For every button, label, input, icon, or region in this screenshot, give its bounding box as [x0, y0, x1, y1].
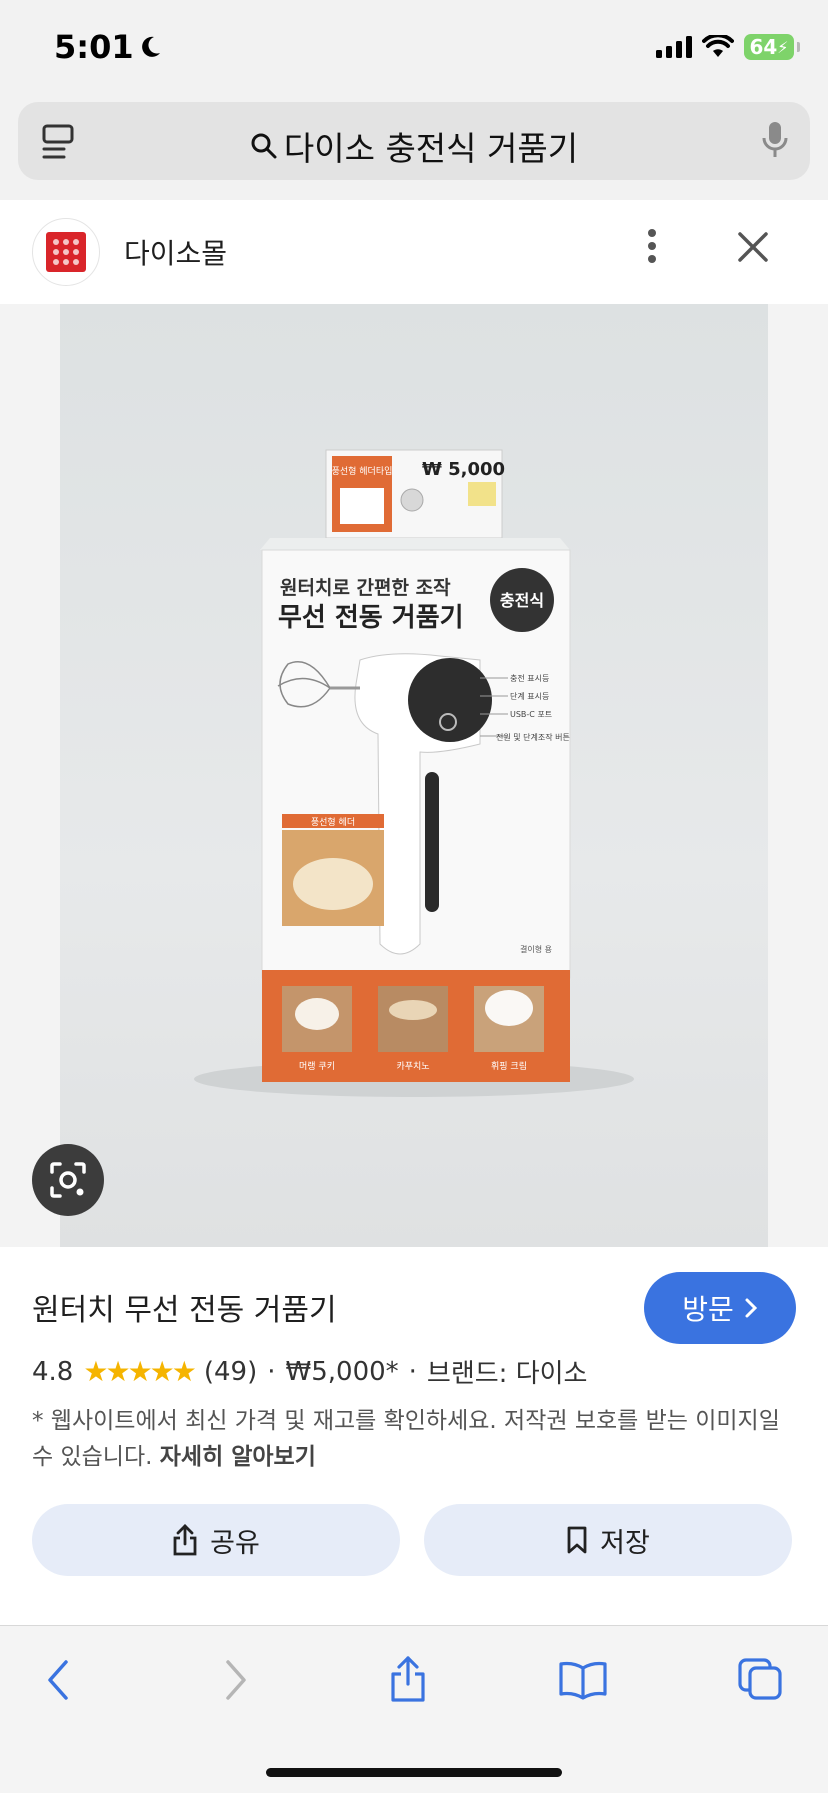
- box-label-2: 단계 표시등: [510, 691, 549, 701]
- status-icons: 64 ⚡: [656, 34, 800, 60]
- address-field[interactable]: 다이소 충전식 거품기: [18, 122, 810, 170]
- signal-icon: [656, 36, 692, 58]
- address-bar[interactable]: 다이소 충전식 거품기: [18, 102, 810, 180]
- box-flavor-1: 머랭 쿠키: [299, 1061, 335, 1072]
- meta-separator: ·: [408, 1356, 417, 1387]
- product-meta: 4.8 ★★★★★ (49) · ₩5,000* · 브랜드: 다이소: [32, 1353, 587, 1390]
- box-tag-text: 풍선형 헤더타입: [332, 465, 393, 477]
- share-page-icon[interactable]: [388, 1654, 428, 1704]
- visit-label: 방문: [682, 1293, 734, 1326]
- bookmark-icon: [567, 1526, 587, 1554]
- tabs-icon[interactable]: [736, 1656, 784, 1702]
- charging-icon: ⚡: [777, 37, 789, 57]
- visual-search-button[interactable]: [32, 1144, 104, 1216]
- forward-icon[interactable]: [222, 1658, 250, 1702]
- site-header: 다이소몰: [0, 200, 828, 304]
- rating-value: 4.8: [32, 1356, 74, 1387]
- more-options-icon[interactable]: [646, 228, 658, 264]
- browser-toolbar: [0, 1625, 828, 1793]
- back-icon[interactable]: [44, 1658, 72, 1702]
- moon-icon: [141, 36, 160, 57]
- visit-button[interactable]: 방문: [644, 1272, 796, 1344]
- share-button[interactable]: 공유: [32, 1504, 400, 1576]
- box-headline-small: 원터치로 간편한 조작: [280, 577, 451, 599]
- close-icon[interactable]: [738, 232, 768, 262]
- box-label-3: USB-C 포트: [510, 710, 552, 719]
- box-flavor-3: 휘핑 크림: [491, 1060, 527, 1072]
- status-bar: 5:01 64 ⚡: [0, 0, 828, 100]
- bookmarks-icon[interactable]: [558, 1660, 608, 1700]
- box-headline-big: 무선 전동 거품기: [278, 603, 464, 633]
- product-price: ₩5,000*: [285, 1356, 399, 1387]
- battery-level: 64: [749, 35, 778, 59]
- disclaimer-note: * 웹사이트에서 최신 가격 및 재고를 확인하세요. 저작권 보호를 받는 이…: [32, 1403, 796, 1475]
- meta-separator: ·: [267, 1356, 276, 1387]
- save-label: 저장: [600, 1527, 650, 1559]
- status-time-wrap: 5:01: [54, 28, 162, 66]
- battery-indicator: 64 ⚡: [744, 34, 800, 60]
- box-badge: 충전식: [500, 591, 544, 610]
- share-icon: [173, 1524, 197, 1556]
- chevron-right-icon: [745, 1298, 757, 1318]
- microphone-icon[interactable]: [762, 120, 788, 160]
- home-indicator[interactable]: [266, 1768, 562, 1777]
- disclaimer-text: * 웹사이트에서 최신 가격 및 재고를 확인하세요. 저작권 보호를 받는 이…: [32, 1408, 780, 1470]
- search-icon: [251, 133, 277, 159]
- save-button[interactable]: 저장: [424, 1504, 792, 1576]
- address-bar-container: 다이소 충전식 거품기: [0, 100, 828, 201]
- site-name[interactable]: 다이소몰: [124, 232, 227, 272]
- review-count: (49): [203, 1356, 258, 1387]
- product-box-illustration: 풍선형 헤더타입 ₩ 5,000 원터치로 간편한 조작 무선 전동 거품기 충…: [194, 449, 634, 1097]
- box-label-1: 충전 표시등: [510, 673, 549, 683]
- box-label-4: 전원 및 단계조작 버튼: [496, 732, 570, 742]
- rating-stars-icon: ★★★★★: [83, 1355, 197, 1388]
- product-title[interactable]: 원터치 무선 전동 거품기: [32, 1285, 337, 1329]
- search-query: 다이소 충전식 거품기: [283, 129, 579, 168]
- box-caption: 결이형 용: [520, 944, 552, 954]
- daiso-logo-icon: [46, 232, 86, 272]
- learn-more-link[interactable]: 자세히 알아보기: [160, 1444, 316, 1470]
- status-time: 5:01: [54, 28, 134, 66]
- product-image-area: 풍선형 헤더타입 ₩ 5,000 원터치로 간편한 조작 무선 전동 거품기 충…: [0, 304, 828, 1247]
- box-price-tag: ₩ 5,000: [422, 459, 505, 480]
- site-logo[interactable]: [32, 218, 100, 286]
- box-flavor-2: 카푸치노: [396, 1060, 429, 1072]
- product-photo[interactable]: 풍선형 헤더타입 ₩ 5,000 원터치로 간편한 조작 무선 전동 거품기 충…: [60, 304, 768, 1247]
- lens-icon: [50, 1162, 86, 1198]
- product-info-panel: 원터치 무선 전동 거품기 방문 4.8 ★★★★★ (49) · ₩5,000…: [0, 1247, 828, 1625]
- wifi-icon: [702, 35, 734, 57]
- product-brand: 브랜드: 다이소: [426, 1359, 588, 1389]
- box-header-label: 풍선형 헤더: [311, 816, 355, 828]
- share-label: 공유: [210, 1527, 260, 1559]
